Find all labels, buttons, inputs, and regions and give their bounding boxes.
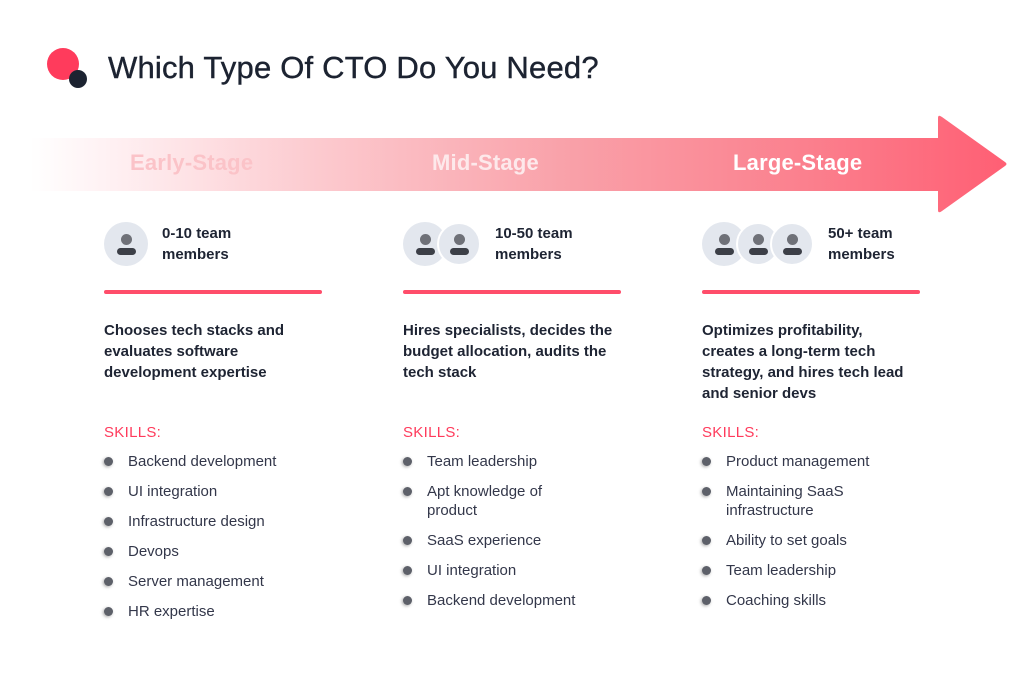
skill-item: UI integration — [104, 482, 328, 501]
bullet-icon — [403, 596, 412, 605]
section-divider — [702, 290, 920, 294]
team-size-text: 10-50 team members — [495, 225, 573, 263]
skills-list: Product management Maintaining SaaS infr… — [702, 452, 932, 610]
brand-logo — [47, 48, 89, 90]
role-description: Optimizes profitability, creates a long-… — [702, 322, 904, 402]
skill-item: UI integration — [403, 561, 627, 580]
team-size-row: 10-50 team members — [403, 220, 633, 268]
skill-item: Devops — [104, 542, 328, 561]
person-avatar-icon — [104, 222, 148, 266]
person-avatar-icon — [770, 222, 814, 266]
avatar-group — [702, 222, 814, 266]
page-title: Which Type Of CTO Do You Need? — [108, 50, 599, 85]
bullet-icon — [104, 487, 113, 496]
skills-list: Backend development UI integration Infra… — [104, 452, 334, 621]
stage-label-mid: Mid-Stage — [432, 150, 539, 175]
bullet-icon — [702, 457, 711, 466]
bullet-icon — [403, 487, 412, 496]
bullet-icon — [104, 607, 113, 616]
skill-item: Coaching skills — [702, 591, 926, 610]
stage-column-mid: 10-50 team members Hires specialists, de… — [403, 220, 633, 621]
team-size-row: 50+ team members — [702, 220, 932, 268]
skills-heading: SKILLS: — [403, 424, 461, 441]
skill-item: Infrastructure design — [104, 512, 328, 531]
bullet-icon — [403, 566, 412, 575]
skill-item: Ability to set goals — [702, 531, 926, 550]
bullet-icon — [403, 536, 412, 545]
stage-column-early: 0-10 team members Chooses tech stacks an… — [104, 220, 334, 632]
bullet-icon — [104, 547, 113, 556]
bullet-icon — [104, 457, 113, 466]
bullet-icon — [702, 487, 711, 496]
section-divider — [104, 290, 322, 294]
avatar-group — [403, 222, 481, 266]
skills-list: Team leadership Apt knowledge of product… — [403, 452, 633, 610]
skill-item: Team leadership — [702, 561, 926, 580]
skills-heading: SKILLS: — [104, 424, 162, 441]
bullet-icon — [702, 536, 711, 545]
skill-item: Apt knowledge of product — [403, 482, 577, 520]
avatar-group — [104, 222, 148, 266]
bullet-icon — [702, 566, 711, 575]
section-divider — [403, 290, 621, 294]
skill-item: Backend development — [104, 452, 328, 471]
person-avatar-icon — [437, 222, 481, 266]
skill-item: SaaS experience — [403, 531, 627, 550]
bullet-icon — [403, 457, 412, 466]
skills-heading: SKILLS: — [702, 424, 760, 441]
team-size-text: 50+ team members — [828, 225, 895, 263]
skill-item: Product management — [702, 452, 926, 471]
bullet-icon — [104, 577, 113, 586]
stage-column-large: 50+ team members Optimizes profitability… — [702, 220, 932, 621]
role-description: Hires specialists, decides the budget al… — [403, 322, 613, 381]
skill-item: Server management — [104, 572, 328, 591]
skill-item: Team leadership — [403, 452, 627, 471]
stage-label-large: Large-Stage — [733, 150, 863, 175]
skill-item: Backend development — [403, 591, 627, 610]
skill-item: HR expertise — [104, 602, 328, 621]
role-description: Chooses tech stacks and evaluates softwa… — [104, 322, 285, 381]
team-size-text: 0-10 team members — [162, 225, 232, 263]
logo-dark-dot — [69, 70, 87, 88]
stage-label-early: Early-Stage — [130, 150, 254, 175]
team-size-row: 0-10 team members — [104, 220, 334, 268]
skill-item: Maintaining SaaS infrastructure — [702, 482, 876, 520]
bullet-icon — [702, 596, 711, 605]
bullet-icon — [104, 517, 113, 526]
